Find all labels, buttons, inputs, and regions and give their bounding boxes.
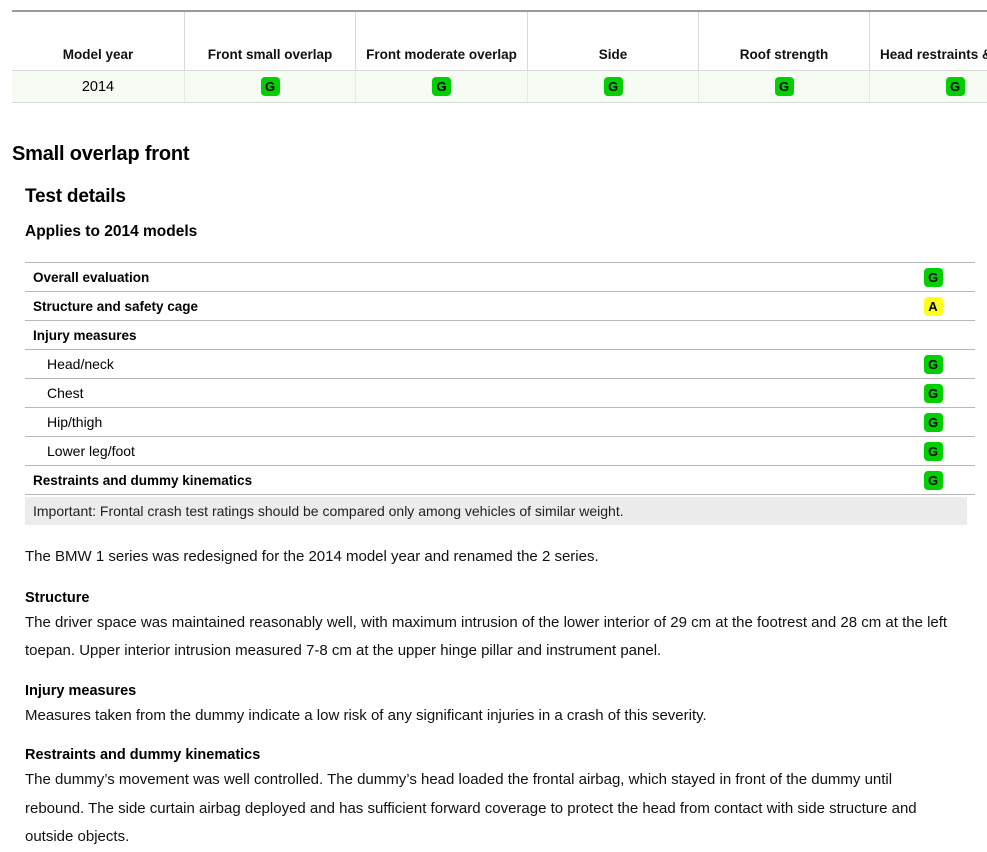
test-detail-label: Lower leg/foot [33,443,135,459]
test-detail-label: Head/neck [33,356,114,372]
description-heading: Injury measures [25,683,950,699]
ratings-table-head: Model year Front small overlap Front mod… [12,11,987,71]
description-paragraph: Measures taken from the dummy indicate a… [25,702,950,731]
important-notice: Important: Frontal crash test ratings sh… [25,497,967,525]
section-subtitle: Test details [25,186,126,208]
cell-front-small-overlap: G [185,71,356,103]
description-blocks: Structure The driver space was maintained… [25,590,950,852]
test-detail-label: Chest [33,385,84,401]
test-detail-label: Injury measures [33,328,137,343]
test-detail-rating-cell: G [893,355,975,374]
column-header-model-year: Model year [12,11,185,71]
description-heading: Restraints and dummy kinematics [25,747,950,763]
vehicle-ratings-summary-table: Model year Front small overlap Front mod… [12,10,963,103]
test-detail-rating-cell: G [893,442,975,461]
rating-badge-side: G [604,77,623,96]
test-detail-label: Overall evaluation [33,270,149,285]
test-detail-row: Injury measures [25,321,975,350]
rating-badge: G [924,442,943,461]
test-detail-row: Structure and safety cage A [25,292,975,321]
rating-badge: G [924,268,943,287]
rating-badge-front-small-overlap: G [261,77,280,96]
rating-badge: G [924,413,943,432]
test-detail-row: Lower leg/foot G [25,437,975,466]
important-notice-text: Important: Frontal crash test ratings sh… [33,503,624,519]
description-paragraph: The dummy’s movement was well controlled… [25,766,950,852]
test-detail-rating-cell: G [893,471,975,490]
cell-head-restraints-seats: G [870,71,987,103]
cell-side: G [528,71,699,103]
lead-paragraph: The BMW 1 series was redesigned for the … [25,543,950,572]
column-header-side: Side [528,11,699,71]
test-description: The BMW 1 series was redesigned for the … [25,543,950,852]
column-header-front-small-overlap: Front small overlap [185,11,356,71]
test-details-list: Overall evaluation G Structure and safety … [25,262,975,495]
rating-badge: G [924,471,943,490]
page-title: Small overlap front [12,143,189,166]
rating-badge-head-restraints-seats: G [946,77,965,96]
test-detail-row: Restraints and dummy kinematics G [25,466,975,495]
test-detail-label: Restraints and dummy kinematics [33,473,252,488]
test-detail-label: Structure and safety cage [33,299,198,314]
column-header-roof-strength: Roof strength [699,11,870,71]
test-detail-rating-cell: G [893,413,975,432]
rating-badge-front-moderate-overlap: G [432,77,451,96]
description-heading: Structure [25,590,950,606]
test-detail-rating-cell: G [893,384,975,403]
ratings-table-body: 2014 G G G G G [12,71,987,103]
cell-roof-strength: G [699,71,870,103]
rating-badge: A [924,297,943,316]
description-block: Injury measures Measures taken from the d… [25,683,950,731]
ratings-table-header-row: Model year Front small overlap Front mod… [12,11,987,71]
rating-badge-roof-strength: G [775,77,794,96]
test-detail-row: Chest G [25,379,975,408]
column-header-head-restraints-seats: Head restraints & seats [870,11,987,71]
description-paragraph: The driver space was maintained reasonab… [25,609,950,666]
description-block: Restraints and dummy kinematics The dummy… [25,747,950,852]
cell-model-year: 2014 [12,71,185,103]
column-header-front-moderate-overlap: Front moderate overlap [356,11,528,71]
description-block: Structure The driver space was maintained… [25,590,950,666]
rating-badge: G [924,355,943,374]
cell-front-moderate-overlap: G [356,71,528,103]
test-detail-rating-cell: A [893,297,975,316]
test-detail-row: Hip/thigh G [25,408,975,437]
test-detail-rating-cell: G [893,268,975,287]
model-year-value: 2014 [82,79,114,95]
applies-to-label: Applies to 2014 models [25,223,197,241]
test-detail-row: Overall evaluation G [25,262,975,292]
rating-badge: G [924,384,943,403]
table-row: 2014 G G G G G [12,71,987,103]
test-detail-row: Head/neck G [25,350,975,379]
ratings-table: Model year Front small overlap Front mod… [12,10,987,103]
test-detail-label: Hip/thigh [33,414,102,430]
